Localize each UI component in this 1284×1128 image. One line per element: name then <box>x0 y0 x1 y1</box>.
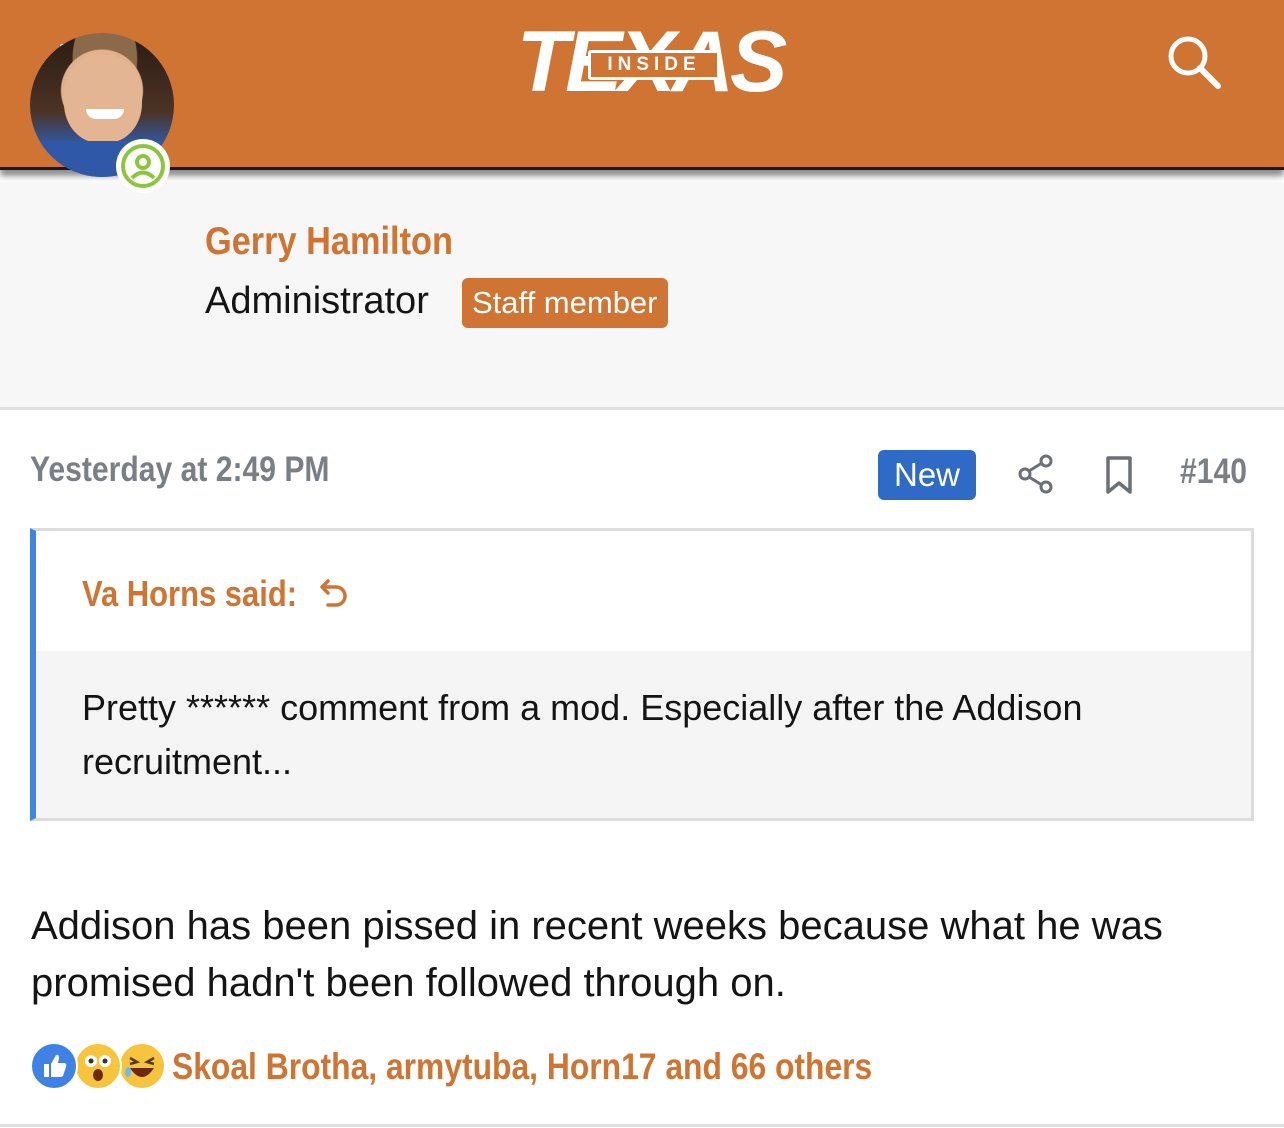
share-icon[interactable] <box>1016 453 1056 495</box>
author-title: Administrator <box>205 280 429 322</box>
post-body: Addison has been pissed in recent weeks … <box>31 904 1163 1005</box>
site-header: TEXAS INSIDE <box>0 0 1284 170</box>
quote-header: Va Horns said: <box>36 531 1251 651</box>
jump-to-quote-icon[interactable] <box>318 575 352 609</box>
quote-text: Pretty ****** comment from a mod. Especi… <box>82 687 1083 782</box>
logo-badge: INSIDE <box>588 50 720 80</box>
search-icon[interactable] <box>1164 32 1224 92</box>
reaction-users-link[interactable]: Skoal Brotha, armytuba, Horn17 and 66 ot… <box>172 1046 872 1088</box>
avatar-face <box>64 55 142 143</box>
new-badge: New <box>878 450 976 500</box>
author-name[interactable]: Gerry Hamilton <box>205 220 453 264</box>
haha-icon <box>118 1042 166 1090</box>
post-timestamp[interactable]: Yesterday at 2:49 PM <box>30 450 329 490</box>
like-icon <box>30 1042 78 1090</box>
staff-member-badge: Staff member <box>462 278 668 328</box>
site-logo[interactable]: TEXAS INSIDE <box>460 19 840 105</box>
divider <box>0 1124 1284 1127</box>
quote-block: Va Horns said: Pretty ****** comment fro… <box>30 528 1254 821</box>
quote-author[interactable]: Va Horns said: <box>82 573 297 615</box>
wow-icon <box>74 1042 122 1090</box>
reaction-bar[interactable]: Skoal Brotha, armytuba, Horn17 and 66 ot… <box>30 1040 1260 1094</box>
bookmark-icon[interactable] <box>1104 455 1134 495</box>
online-status-icon <box>116 139 170 193</box>
avatar-smile <box>86 109 124 119</box>
post-number-link[interactable]: #140 <box>1180 452 1247 492</box>
